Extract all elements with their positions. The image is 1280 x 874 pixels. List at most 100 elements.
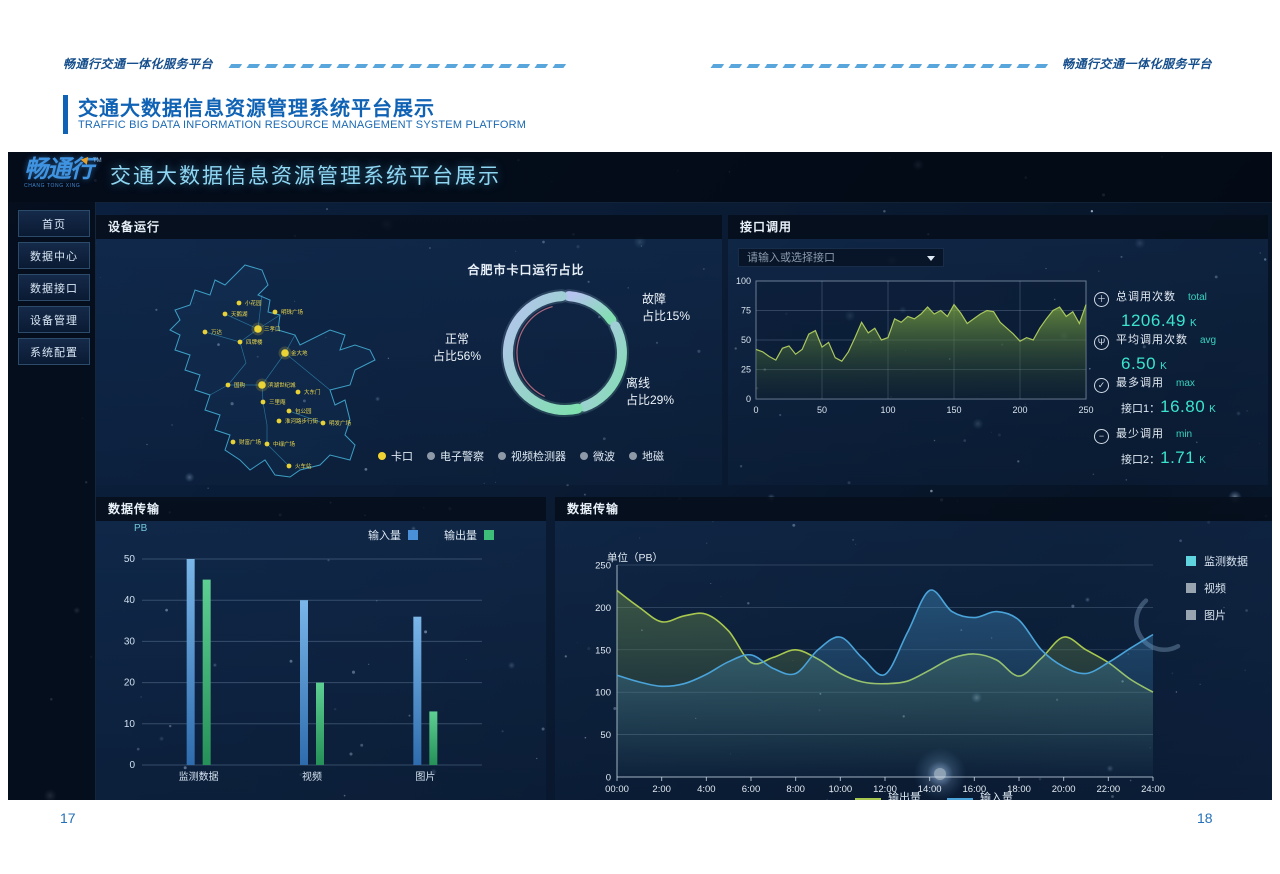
page-number-right: 18 <box>1197 810 1213 826</box>
bottom-legend-item-输入量[interactable]: 输入量 <box>947 789 1013 800</box>
api-calls-area-chart: 0255075100050100150200250 <box>732 273 1100 429</box>
svg-text:金大地: 金大地 <box>291 349 308 357</box>
stat-unit: K <box>1199 455 1206 466</box>
avg-circle-icon: Ψ <box>1094 335 1109 350</box>
header-brand-left: 畅通行交通一体化服务平台 <box>63 55 213 72</box>
svg-text:25: 25 <box>741 365 751 375</box>
dashboard-topbar: 畅通行TM CHANG TONG XING 交通大数据信息资源管理系统平台展示 <box>8 152 1272 203</box>
legend-label: 监测数据 <box>1204 553 1248 569</box>
svg-text:150: 150 <box>946 405 961 415</box>
sidebar-item-数据中心[interactable]: 数据中心 <box>18 242 90 269</box>
legend-label: 输出量 <box>444 530 477 542</box>
svg-text:22:00: 22:00 <box>1096 784 1120 795</box>
svg-text:0: 0 <box>746 394 751 404</box>
bar-chart-legend: 输入量 输出量 <box>368 527 494 543</box>
bottom-legend-item-输出量[interactable]: 输出量 <box>855 789 921 800</box>
svg-text:图片: 图片 <box>415 770 435 783</box>
api-stat-max: ✓最多调用max接口1：16.80K <box>1094 373 1216 417</box>
svg-text:250: 250 <box>595 561 611 572</box>
dashboard-screenshot: 畅通行TM CHANG TONG XING 交通大数据信息资源管理系统平台展示 … <box>8 152 1272 800</box>
line-legend-item-视频[interactable]: 视频 <box>1186 580 1248 596</box>
svg-text:200: 200 <box>1012 405 1027 415</box>
legend-dot-icon <box>629 452 637 460</box>
svg-text:50: 50 <box>741 335 751 345</box>
donut-label-fault: 故障占比15% <box>642 291 690 325</box>
sidebar-nav: 首页数据中心数据接口设备管理系统配置 <box>8 202 96 800</box>
svg-text:75: 75 <box>741 306 751 316</box>
stat-tag: avg <box>1200 335 1216 346</box>
stat-value: 1.71 <box>1160 448 1195 467</box>
svg-text:20:00: 20:00 <box>1052 784 1076 795</box>
legend-label: 输入量 <box>980 792 1013 800</box>
page-title: 交通大数据信息资源管理系统平台展示 <box>78 92 435 121</box>
line-legend-item-图片[interactable]: 图片 <box>1186 607 1248 623</box>
api-stats-list: ＋总调用次数total1206.49KΨ平均调用次数avg6.50K✓最多调用m… <box>1094 271 1268 481</box>
svg-text:250: 250 <box>1078 405 1093 415</box>
svg-text:2:00: 2:00 <box>652 784 671 795</box>
svg-text:6:00: 6:00 <box>742 784 761 795</box>
stat-prefix: 接口2： <box>1121 454 1160 466</box>
map-legend-item-微波[interactable]: 微波 <box>580 448 615 464</box>
legend-label: 输出量 <box>888 792 921 800</box>
svg-text:40: 40 <box>124 595 136 606</box>
svg-text:淮河路步行街: 淮河路步行街 <box>285 417 319 425</box>
title-accent-bar <box>63 95 68 134</box>
map-legend-item-视频检测器[interactable]: 视频检测器 <box>498 448 566 464</box>
stat-unit: K <box>1209 404 1216 415</box>
legend-label: 视频检测器 <box>511 448 566 464</box>
brand-logo: 畅通行TM CHANG TONG XING <box>24 158 108 189</box>
api-select-input[interactable]: 请输入或选择接口 <box>738 248 944 267</box>
svg-text:三里庵: 三里庵 <box>269 398 286 406</box>
svg-text:100: 100 <box>595 688 611 699</box>
bar-legend-item-输出量[interactable]: 输出量 <box>444 527 494 543</box>
sidebar-item-数据接口[interactable]: 数据接口 <box>18 274 90 301</box>
api-select-placeholder: 请输入或选择接口 <box>747 252 835 264</box>
svg-text:明发广场: 明发广场 <box>329 419 352 427</box>
header-dash-line-left <box>229 64 566 68</box>
stat-value: 1206.49 <box>1121 311 1186 330</box>
stat-value: 16.80 <box>1160 397 1205 416</box>
svg-text:大东门: 大东门 <box>304 388 321 396</box>
sidebar-item-设备管理[interactable]: 设备管理 <box>18 306 90 333</box>
sidebar-item-首页[interactable]: 首页 <box>18 210 90 237</box>
svg-text:四牌楼: 四牌楼 <box>246 338 263 346</box>
legend-label: 输入量 <box>368 530 401 542</box>
legend-dot-icon <box>427 452 435 460</box>
page-subtitle: TRAFFIC BIG DATA INFORMATION RESOURCE MA… <box>78 119 526 131</box>
stat-label: 平均调用次数 <box>1116 334 1188 346</box>
map-legend-item-电子警察[interactable]: 电子警察 <box>427 448 484 464</box>
map-legend-item-地磁[interactable]: 地磁 <box>629 448 664 464</box>
map-legend-item-卡口[interactable]: 卡口 <box>378 448 413 464</box>
stat-tag: max <box>1176 378 1195 389</box>
legend-line-icon <box>947 798 973 800</box>
checkpoint-donut-chart <box>470 258 660 448</box>
stat-label: 最多调用 <box>1116 377 1164 389</box>
donut-label-offline: 离线占比29% <box>626 375 674 409</box>
svg-text:4:00: 4:00 <box>697 784 716 795</box>
svg-text:100: 100 <box>880 405 895 415</box>
legend-dot-icon <box>580 452 588 460</box>
stat-unit: K <box>1190 318 1197 329</box>
stat-tag: total <box>1188 292 1207 303</box>
legend-square-icon <box>408 530 418 540</box>
check-circle-icon: ✓ <box>1094 378 1109 393</box>
page-number-left: 17 <box>60 810 76 826</box>
panel-title-transfer-line: 数据传输 <box>555 497 1272 521</box>
legend-line-icon <box>855 798 881 800</box>
svg-text:50: 50 <box>600 730 611 741</box>
legend-label: 电子警察 <box>440 448 484 464</box>
svg-text:10:00: 10:00 <box>828 784 852 795</box>
legend-label: 卡口 <box>391 448 413 464</box>
svg-text:200: 200 <box>595 603 611 614</box>
line-chart-legend: 监测数据视频图片 <box>1186 553 1248 634</box>
line-legend-item-监测数据[interactable]: 监测数据 <box>1186 553 1248 569</box>
panel-device-run: 设备运行 小花园天鹅湖明珠广场三孝口万达四牌楼金大地国购滨湖世纪城大东门三里庵包… <box>96 215 722 485</box>
svg-text:50: 50 <box>817 405 827 415</box>
sidebar-item-系统配置[interactable]: 系统配置 <box>18 338 90 365</box>
svg-text:小花园: 小花园 <box>245 299 262 307</box>
svg-text:30: 30 <box>124 636 136 647</box>
svg-text:三孝口: 三孝口 <box>264 326 281 333</box>
document-page: 畅通行交通一体化服务平台 畅通行交通一体化服务平台 交通大数据信息资源管理系统平… <box>0 0 1280 874</box>
bar-legend-item-输入量[interactable]: 输入量 <box>368 527 418 543</box>
svg-text:财富广场: 财富广场 <box>239 438 262 446</box>
